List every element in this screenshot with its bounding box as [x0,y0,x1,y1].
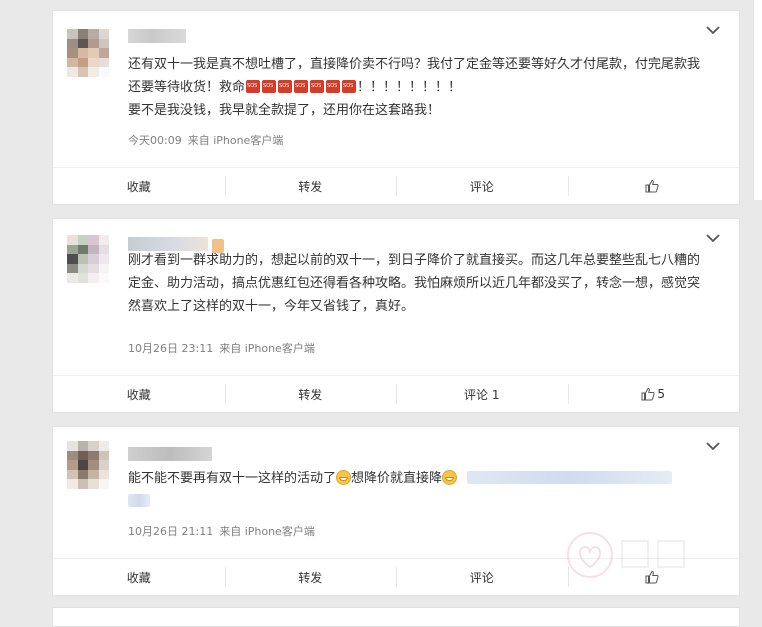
like-button[interactable] [567,168,740,204]
sos-emoji-icon [310,80,325,93]
favorite-button[interactable]: 收藏 [53,559,225,595]
comment-text: 还有双十一我是真不想吐槽了，直接降价卖不行吗？我付了定金等还要等好久才付尾款，付… [128,53,711,122]
comment-meta: 10月26日 21:11 来自 iPhone客户端 [128,523,321,539]
side-panel-edge [753,0,762,200]
blurred-text [128,494,150,507]
avatar[interactable] [67,29,109,77]
comment-meta: 今天00:09 来自 iPhone客户端 [128,132,289,148]
thumbs-up-icon [645,179,659,193]
comment-card-2: 刚才看到一群求助力的，想起以前的双十一，到日子降价了就直接买。而这几年总要整些乱… [52,218,740,413]
like-count: 5 [657,387,666,401]
comment-button[interactable]: 评论 1 [396,376,568,412]
comment-label: 评论 [469,570,494,585]
avatar[interactable] [67,235,109,283]
comment-text-part-2: ！！！！！！！！ [357,80,462,95]
thumbs-up-icon [641,387,656,401]
comment-text-line-2: 要不是我没钱，我早就全款提了，还用你在这套路我！ [128,103,441,118]
comment-source: 来自 iPhone客户端 [219,342,315,355]
username-blurred[interactable] [128,447,212,461]
action-bar: 收藏 转发 评论 1 5 [53,375,739,412]
sos-emoji-icon [262,80,277,93]
repost-label: 转发 [298,387,323,402]
chevron-down-icon[interactable] [705,25,721,35]
sos-emoji-icon [278,80,293,93]
repost-button[interactable]: 转发 [224,168,397,204]
sos-emoji-icon [326,80,341,93]
sos-emoji-icon [246,80,261,93]
watermark-logo [567,532,685,578]
comment-button[interactable]: 评论 [396,168,568,204]
comment-text-part-1: 能不能不要再有双十一这样的活动了 [128,471,337,486]
comment-text: 刚才看到一群求助力的，想起以前的双十一，到日子降价了就直接买。而这几年总要整些乱… [128,249,711,318]
comment-meta: 10月26日 23:11 来自 iPhone客户端 [128,340,321,356]
comment-source: 来自 iPhone客户端 [187,134,284,147]
favorite-button[interactable]: 收藏 [53,376,225,412]
comment-text-body: 刚才看到一群求助力的，想起以前的双十一，到日子降价了就直接买。而这几年总要整些乱… [128,253,701,314]
chevron-down-icon[interactable] [705,441,721,451]
chevron-down-icon[interactable] [705,233,721,243]
comment-time[interactable]: 今天00:09 [128,134,182,147]
comment-text-part-2: 想降价就直接降 [351,471,443,486]
favorite-label: 收藏 [126,179,151,194]
grin-emoji-icon [442,470,458,485]
comment-time[interactable]: 10月26日 23:11 [128,342,213,355]
sos-emoji-icon [342,80,357,93]
favorite-button[interactable]: 收藏 [53,168,225,204]
comment-label: 评论 [469,179,494,194]
repost-label: 转发 [298,179,323,194]
sos-emoji-icon [294,80,309,93]
blurred-text [467,471,673,484]
comment-source: 来自 iPhone客户端 [219,525,315,538]
like-button[interactable]: 5 [567,376,740,412]
comment-time[interactable]: 10月26日 21:11 [128,525,213,538]
repost-button[interactable]: 转发 [224,559,397,595]
username-blurred[interactable] [128,29,186,43]
action-bar: 收藏 转发 评论 [53,167,739,204]
comment-card-1: 还有双十一我是真不想吐槽了，直接降价卖不行吗？我付了定金等还要等好久才付尾款，付… [52,10,740,205]
comment-text: 能不能不要再有双十一这样的活动了 想降价就直接降 [128,467,711,513]
comment-button[interactable]: 评论 [396,559,568,595]
favorite-label: 收藏 [126,570,151,585]
grin-emoji-icon [336,470,352,485]
comment-card-next [52,607,740,627]
repost-label: 转发 [298,570,323,585]
comment-label: 评论 1 [464,387,500,402]
favorite-label: 收藏 [126,387,151,402]
repost-button[interactable]: 转发 [224,376,397,412]
avatar[interactable] [67,441,109,489]
